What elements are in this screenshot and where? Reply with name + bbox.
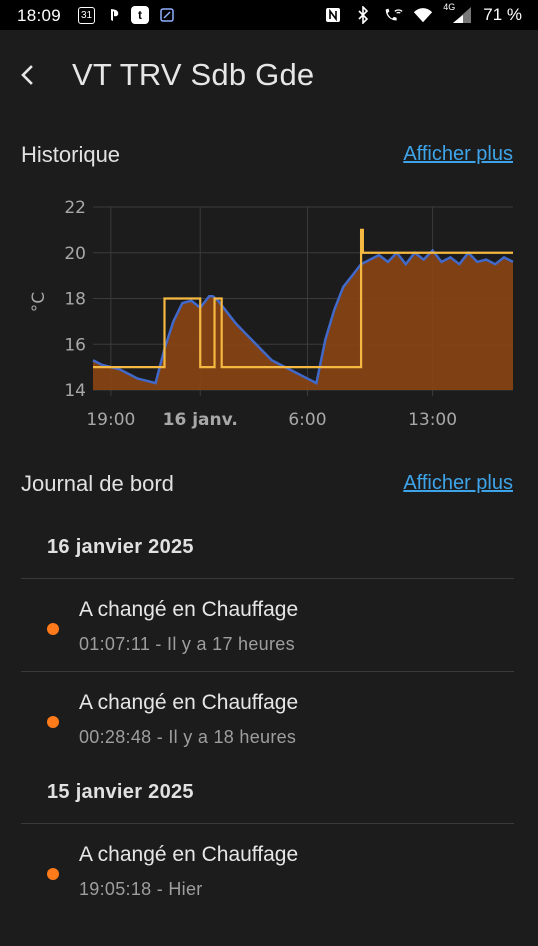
logbook-entry[interactable]: A changé en Chauffage 01:07:11 - Il y a … — [21, 580, 514, 672]
status-time: 18:09 — [17, 6, 62, 25]
logbook-title: Journal de bord — [21, 471, 174, 496]
nfc-icon — [323, 5, 343, 25]
x-tick-label: 6:00 — [288, 410, 326, 430]
date-heading: 16 janvier 2025 — [47, 536, 194, 558]
logbook-entry[interactable]: A changé en Chauffage 19:05:18 - Hier — [21, 825, 514, 917]
y-axis-label: °C — [29, 292, 49, 312]
entry-meta: 00:28:48 - Il y a 18 heures — [79, 727, 297, 747]
notification-icons: 31 t — [78, 5, 177, 25]
logbook-entry[interactable]: A changé en Chauffage 00:28:48 - Il y a … — [21, 673, 514, 765]
status-dot-icon — [47, 716, 59, 728]
entry-message: A changé en Chauffage — [79, 691, 299, 714]
entry-message: A changé en Chauffage — [79, 598, 299, 621]
entry-meta: 01:07:11 - Il y a 17 heures — [79, 634, 295, 654]
stylus-icon — [157, 5, 177, 25]
playstation-icon — [103, 5, 123, 25]
y-tick-label: 18 — [64, 290, 86, 310]
network-type-label: 4G — [443, 2, 456, 12]
signal-4g-icon: 4G — [443, 2, 473, 25]
bluetooth-icon — [353, 5, 373, 25]
page-title: VT TRV Sdb Gde — [72, 57, 315, 92]
date-heading: 15 janvier 2025 — [47, 781, 194, 803]
history-more-link[interactable]: Afficher plus — [403, 143, 513, 166]
t-app-icon: t — [131, 6, 149, 24]
history-title: Historique — [21, 142, 121, 167]
arrow-left-icon — [21, 65, 33, 85]
history-chart[interactable]: 22 20 18 16 14 19:00 16 janv. 6:00 13:00 °C — [0, 185, 538, 445]
history-chart-svg: 22 20 18 16 1419:00 16 janv. 6:00 13:00 °C — [29, 198, 514, 430]
x-tick-label: 19:00 — [86, 410, 135, 430]
entry-meta: 19:05:18 - Hier — [79, 879, 203, 899]
y-tick-label: 20 — [64, 244, 86, 264]
system-icons: 4G 71 % — [323, 2, 522, 25]
logbook-more-link[interactable]: Afficher plus — [403, 472, 513, 495]
wifi-call-icon — [383, 5, 403, 25]
current-temperature-area — [93, 250, 513, 390]
wifi-icon — [413, 5, 433, 25]
divider — [21, 578, 514, 579]
divider — [21, 823, 514, 824]
status-dot-icon — [47, 623, 59, 635]
entry-message: A changé en Chauffage — [79, 843, 299, 866]
x-tick-label: 16 janv. — [163, 410, 238, 430]
app-header: VT TRV Sdb Gde — [0, 30, 538, 120]
y-tick-label: 14 — [64, 381, 86, 401]
y-tick-label: 16 — [64, 335, 86, 355]
y-tick-label: 22 — [64, 198, 86, 218]
back-button[interactable] — [14, 61, 42, 89]
calendar-icon: 31 — [78, 6, 95, 24]
status-dot-icon — [47, 868, 59, 880]
battery-level: 71 % — [483, 5, 522, 24]
divider — [21, 671, 514, 672]
x-tick-label: 13:00 — [408, 410, 457, 430]
status-bar: 18:09 31 t 4G 71 % — [0, 0, 538, 30]
